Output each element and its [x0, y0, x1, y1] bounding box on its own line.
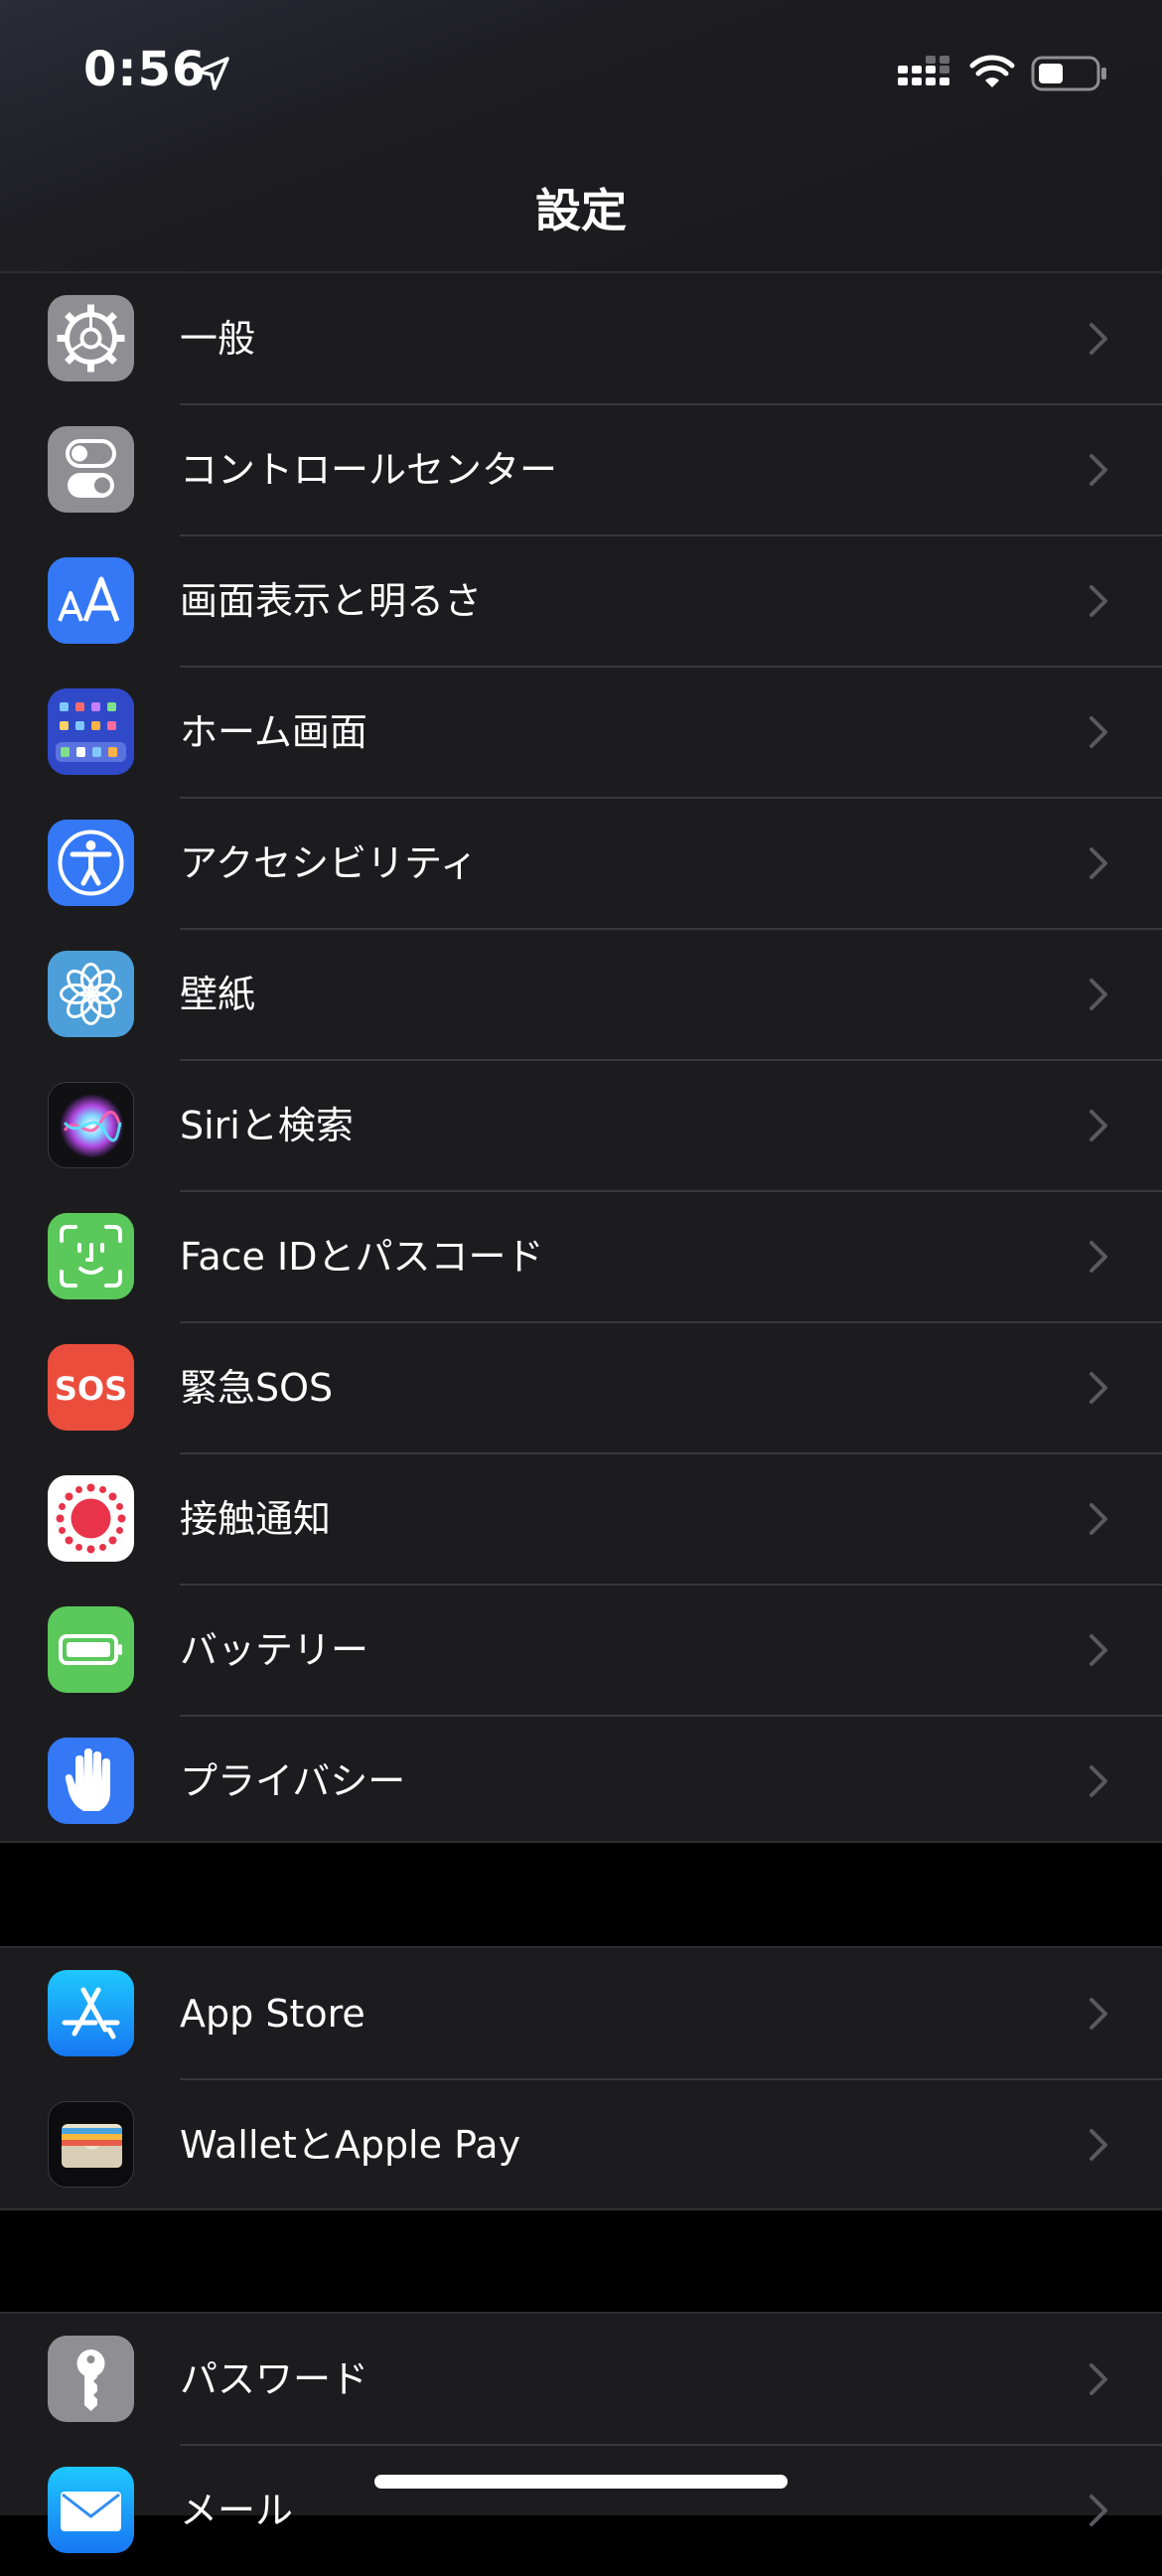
settings-row-label: アクセシビリティ [180, 841, 478, 885]
face-id-icon [48, 1213, 134, 1299]
mail-icon [48, 2467, 134, 2553]
chevron-right-icon [1089, 585, 1107, 617]
svg-text:SOS: SOS [55, 1370, 127, 1408]
settings-group-store: App Store WalletとApple Pay [0, 1948, 1162, 2208]
chevron-right-icon [1089, 716, 1107, 748]
settings-row-general[interactable]: 一般 [0, 273, 1162, 404]
chevron-right-icon [1089, 323, 1107, 355]
settings-row-label: バッテリー [180, 1628, 369, 1672]
chevron-right-icon [1089, 2129, 1107, 2161]
settings-row-wallet[interactable]: WalletとApple Pay [0, 2079, 1162, 2210]
key-icon [48, 2336, 134, 2422]
settings-row-mail[interactable]: メール [0, 2445, 1162, 2576]
home-indicator[interactable] [374, 2475, 788, 2489]
wifi-icon [969, 55, 1015, 87]
wallet-icon [48, 2101, 134, 2188]
gear-icon [48, 295, 134, 381]
location-arrow-icon [196, 57, 229, 90]
siri-icon [48, 1082, 134, 1168]
chevron-right-icon [1089, 1503, 1107, 1535]
chevron-right-icon [1089, 1241, 1107, 1273]
hand-icon [48, 1738, 134, 1824]
group-border [0, 2208, 1162, 2210]
settings-row-accessibility[interactable]: アクセシビリティ [0, 798, 1162, 929]
flower-icon [48, 951, 134, 1037]
settings-row-label: 接触通知 [180, 1497, 332, 1541]
settings-row-label: App Store [180, 1992, 365, 2036]
sos-icon: SOS [48, 1344, 134, 1431]
settings-row-face-id[interactable]: Face IDとパスコード [0, 1191, 1162, 1322]
settings-row-passwords[interactable]: パスワード [0, 2314, 1162, 2445]
settings-row-label: Siriと検索 [180, 1104, 354, 1147]
settings-row-label: プライバシー [180, 1759, 406, 1803]
cellular-signal-icon [898, 56, 949, 85]
page-title: 設定 [535, 184, 627, 237]
settings-row-siri-search[interactable]: Siriと検索 [0, 1060, 1162, 1191]
settings-row-label: メール [180, 2489, 294, 2532]
settings-row-control-center[interactable]: コントロールセンター [0, 404, 1162, 535]
chevron-right-icon [1089, 847, 1107, 879]
settings-group-main: 一般 コントロールセンター 画面表示と明るさ ホーム画面 アクセシビリティ 壁紙… [0, 273, 1162, 1841]
app-store-icon [48, 1970, 134, 2056]
text-size-icon [48, 557, 134, 644]
exposure-icon [48, 1475, 134, 1562]
status-time: 0:56 [83, 42, 207, 97]
battery-icon [1031, 56, 1106, 91]
toggles-icon [48, 426, 134, 513]
chevron-right-icon [1089, 1998, 1107, 2030]
settings-row-label: 一般 [180, 317, 256, 361]
settings-row-exposure-notifications[interactable]: 接触通知 [0, 1453, 1162, 1585]
settings-row-battery[interactable]: バッテリー [0, 1585, 1162, 1716]
settings-row-label: Face IDとパスコード [180, 1235, 544, 1279]
accessibility-icon [48, 820, 134, 906]
navigation-header: 0:56 設定 [0, 0, 1162, 273]
group-border [0, 1841, 1162, 1843]
chevron-right-icon [1089, 1765, 1107, 1797]
settings-row-label: ホーム画面 [180, 710, 367, 754]
settings-row-label: WalletとApple Pay [180, 2123, 521, 2167]
chevron-right-icon [1089, 979, 1107, 1010]
settings-row-privacy[interactable]: プライバシー [0, 1716, 1162, 1847]
chevron-right-icon [1089, 2363, 1107, 2395]
settings-row-wallpaper[interactable]: 壁紙 [0, 929, 1162, 1060]
settings-row-emergency-sos[interactable]: SOS 緊急SOS [0, 1322, 1162, 1453]
chevron-right-icon [1089, 1634, 1107, 1666]
settings-row-label: 画面表示と明るさ [180, 579, 483, 623]
battery-app-icon [48, 1606, 134, 1693]
chevron-right-icon [1089, 1372, 1107, 1404]
chevron-right-icon [1089, 454, 1107, 486]
settings-row-label: 緊急SOS [180, 1366, 334, 1410]
settings-row-home-screen[interactable]: ホーム画面 [0, 667, 1162, 798]
settings-row-app-store[interactable]: App Store [0, 1948, 1162, 2079]
settings-row-label: コントロールセンター [180, 448, 558, 492]
chevron-right-icon [1089, 2495, 1107, 2526]
chevron-right-icon [1089, 1110, 1107, 1141]
settings-row-display-brightness[interactable]: 画面表示と明るさ [0, 535, 1162, 667]
home-grid-icon [48, 688, 134, 775]
settings-row-label: 壁紙 [180, 973, 256, 1016]
settings-row-label: パスワード [180, 2357, 369, 2401]
